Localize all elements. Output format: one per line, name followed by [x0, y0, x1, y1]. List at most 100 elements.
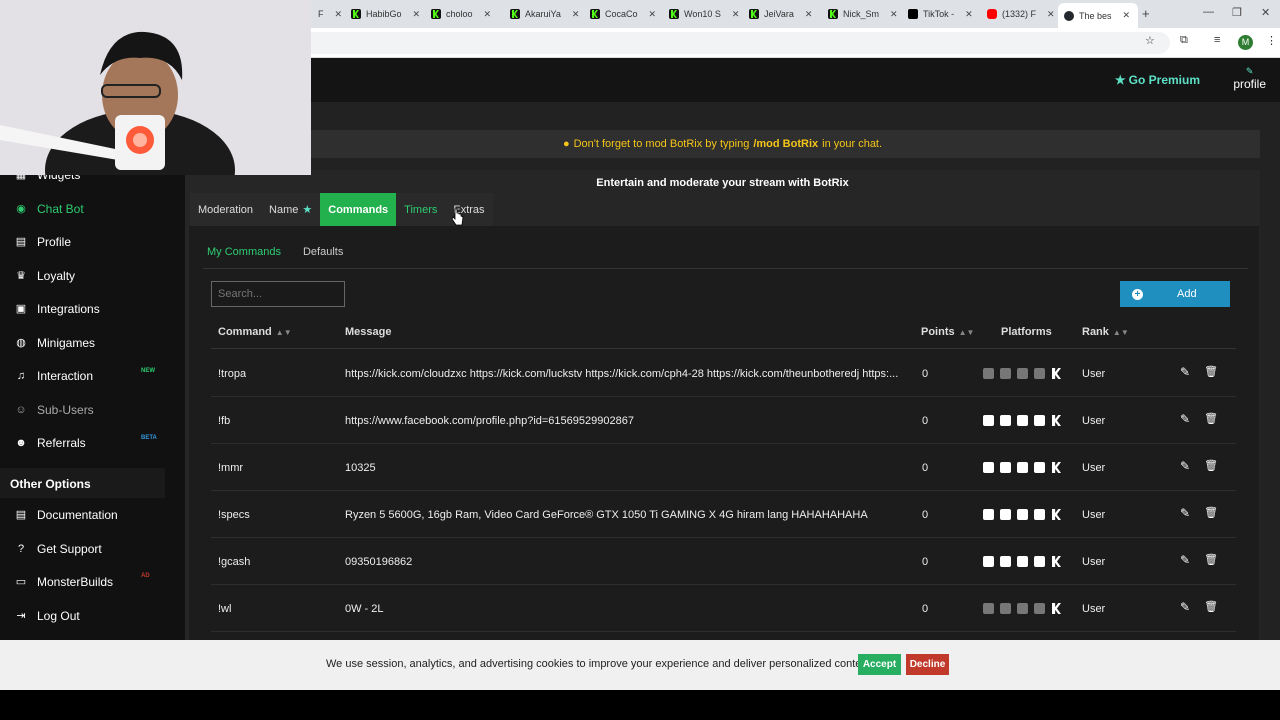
close-icon[interactable]: ✕: [484, 9, 492, 20]
browser-tab[interactable]: TikTok - ✕: [902, 4, 973, 24]
subtab-defaults[interactable]: Defaults: [303, 246, 343, 258]
sidebar-item-integrations[interactable]: ▣ Integrations: [14, 302, 100, 316]
address-input[interactable]: [300, 32, 1170, 54]
search-input[interactable]: [211, 281, 345, 307]
sidebar-item-profile[interactable]: ▤ Profile: [14, 235, 71, 249]
bookmark-star-icon[interactable]: ☆: [1145, 34, 1155, 47]
users-icon: ☺: [15, 404, 27, 416]
header-command[interactable]: Command ▲▼: [218, 326, 292, 338]
sidebar-item-log-out[interactable]: ⇥ Log Out: [14, 609, 79, 623]
rumble-icon: [1034, 509, 1045, 520]
sidebar-item-label: Get Support: [37, 542, 102, 556]
add-command-button[interactable]: + Add: [1120, 281, 1230, 307]
sidebar-item-minigames[interactable]: ◍ Minigames: [14, 336, 95, 350]
window-close-icon[interactable]: ✕: [1261, 6, 1270, 19]
browser-tab[interactable]: JeiVara ✕: [743, 4, 812, 24]
tab-label: Timers: [404, 203, 438, 216]
sidebar-item-chat-bot[interactable]: ◉ Chat Bot: [14, 202, 84, 216]
delete-icon[interactable]: 🗑: [1204, 459, 1218, 473]
sidebar-item-sub-users[interactable]: ☺ Sub-Users: [14, 403, 93, 417]
profile-link[interactable]: ✎ profile: [1233, 66, 1266, 91]
message-cell: 10325: [345, 461, 376, 474]
close-icon[interactable]: ✕: [413, 9, 421, 20]
youtube-icon: [1017, 368, 1028, 379]
header-message: Message: [345, 326, 391, 338]
monitor-icon: ▭: [15, 576, 27, 588]
browser-tab[interactable]: (1332) F ✕: [981, 4, 1055, 24]
close-icon[interactable]: ✕: [572, 9, 580, 20]
edit-icon[interactable]: ✎: [1180, 600, 1190, 614]
menu-icon[interactable]: ⋮: [1266, 34, 1277, 47]
browser-tab[interactable]: HabibGo ✕: [345, 4, 420, 24]
delete-icon[interactable]: 🗑: [1204, 600, 1218, 614]
sidebar-item-documentation[interactable]: ▤ Documentation: [14, 508, 118, 522]
close-icon[interactable]: ✕: [335, 9, 343, 20]
avatar[interactable]: M: [1238, 35, 1253, 50]
close-icon[interactable]: ✕: [890, 9, 898, 20]
browser-tab-active[interactable]: The bes ✕: [1058, 3, 1138, 28]
close-icon[interactable]: ✕: [649, 9, 657, 20]
sidebar-item-loyalty[interactable]: ♛ Loyalty: [14, 269, 75, 283]
tab-moderation[interactable]: Moderation: [190, 193, 262, 226]
decline-button[interactable]: Decline: [906, 654, 949, 675]
header-points[interactable]: Points ▲▼: [921, 326, 974, 338]
close-icon[interactable]: ✕: [1047, 9, 1055, 20]
close-icon[interactable]: ✕: [805, 9, 813, 20]
extensions-icon[interactable]: ⧉: [1180, 34, 1188, 47]
edit-icon[interactable]: ✎: [1180, 365, 1190, 379]
youtube-icon: [1017, 556, 1028, 567]
delete-icon[interactable]: 🗑: [1204, 412, 1218, 426]
go-premium-link[interactable]: ★ Go Premium: [1115, 73, 1200, 87]
star-icon: ★: [302, 204, 313, 216]
kick-icon: [1051, 368, 1062, 379]
header-label: Platforms: [1001, 326, 1052, 338]
accept-button[interactable]: Accept: [858, 654, 901, 675]
page-bottom: [0, 690, 1280, 720]
divider: [203, 268, 1248, 269]
media-icon[interactable]: ≡: [1214, 34, 1220, 46]
browser-tab[interactable]: choloo ✕: [425, 4, 491, 24]
tab-timers[interactable]: Timers: [396, 193, 446, 226]
sidebar-item-referrals[interactable]: ☻ Referrals: [14, 436, 85, 450]
browser-tab[interactable]: CocaCo ✕: [584, 4, 656, 24]
browser-tab[interactable]: Won10 S ✕: [663, 4, 739, 24]
subtab-my-commands[interactable]: My Commands: [207, 246, 281, 258]
edit-icon[interactable]: ✎: [1180, 412, 1190, 426]
logout-icon: ⇥: [16, 610, 26, 622]
delete-icon[interactable]: 🗑: [1204, 365, 1218, 379]
rank-cell: User: [1082, 602, 1106, 615]
minimize-icon[interactable]: —: [1203, 6, 1214, 18]
kick-icon: [510, 9, 520, 19]
twitch-icon: [1000, 556, 1011, 567]
sort-icon: ▲▼: [958, 328, 975, 337]
close-icon[interactable]: ✕: [1123, 10, 1131, 21]
edit-icon[interactable]: ✎: [1180, 459, 1190, 473]
leaf-icon: ✎: [1245, 66, 1254, 76]
restore-icon[interactable]: ❐: [1232, 6, 1242, 19]
edit-icon[interactable]: ✎: [1180, 506, 1190, 520]
header-rank[interactable]: Rank ▲▼: [1082, 326, 1129, 338]
tab-name[interactable]: Name ★: [261, 193, 321, 226]
close-icon[interactable]: ✕: [965, 9, 973, 20]
new-tab-button[interactable]: +: [1142, 6, 1150, 21]
youtube-icon: [1017, 462, 1028, 473]
browser-tab[interactable]: AkaruiYa ✕: [504, 4, 579, 24]
sidebar-item-interaction[interactable]: ♫ Interaction: [14, 369, 93, 383]
edit-icon[interactable]: ✎: [1180, 553, 1190, 567]
browser-tab[interactable]: F ✕: [312, 4, 342, 24]
message-cell: 09350196862: [345, 555, 413, 568]
subtabs: My Commands Defaults: [207, 246, 343, 258]
other-options-heading: Other Options: [0, 468, 165, 498]
sidebar-item-monsterbuilds[interactable]: ▭ MonsterBuilds: [14, 575, 113, 589]
browser-tab[interactable]: Nick_Sm ✕: [822, 4, 898, 24]
delete-icon[interactable]: 🗑: [1204, 506, 1218, 520]
sidebar-item-get-support[interactable]: ? Get Support: [14, 542, 102, 556]
command-cell: !fb: [218, 414, 231, 427]
command-cell: !mmr: [218, 461, 244, 474]
delete-icon[interactable]: 🗑: [1204, 553, 1218, 567]
close-icon[interactable]: ✕: [732, 9, 740, 20]
sidebar-item-label: Profile: [37, 235, 72, 249]
tab-commands[interactable]: Commands: [320, 193, 397, 226]
platform-icons: [983, 603, 1062, 614]
premium-label: Go Premium: [1128, 73, 1200, 87]
